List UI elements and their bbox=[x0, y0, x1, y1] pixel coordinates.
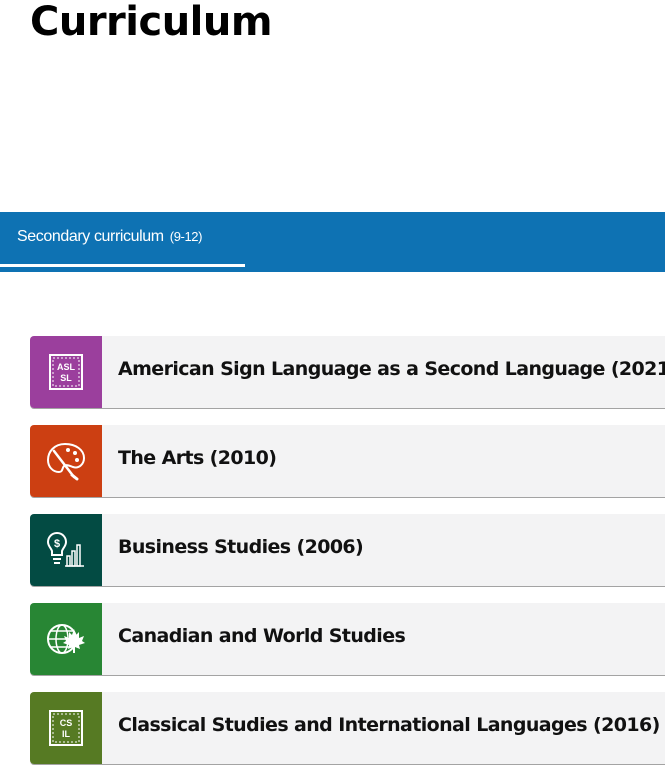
svg-text:IL: IL bbox=[62, 729, 71, 739]
tab-label: Secondary curriculum (9-12) bbox=[17, 228, 202, 246]
business-lightbulb-chart-icon: $ bbox=[46, 531, 84, 567]
subject-title: Canadian and World Studies bbox=[118, 625, 406, 647]
svg-text:$: $ bbox=[54, 538, 60, 550]
svg-text:ASL: ASL bbox=[57, 362, 76, 372]
subject-card-canadian-and-world-studies[interactable]: Canadian and World Studies bbox=[30, 603, 665, 676]
cs-il-icon: CS IL bbox=[49, 710, 83, 746]
tab-grades: (9-12) bbox=[169, 229, 203, 244]
subject-icon-box: $ bbox=[30, 514, 102, 586]
subject-title: Business Studies (2006) bbox=[118, 536, 364, 558]
subject-title: Classical Studies and International Lang… bbox=[118, 714, 660, 736]
subject-card-the-arts[interactable]: The Arts (2010) bbox=[30, 425, 665, 498]
tab-label-text: Secondary curriculum bbox=[17, 228, 164, 245]
subject-icon-box bbox=[30, 603, 102, 675]
palette-icon bbox=[46, 442, 86, 481]
subject-card-classical-studies[interactable]: CS IL Classical Studies and Internationa… bbox=[30, 692, 665, 765]
subject-title: The Arts (2010) bbox=[118, 447, 277, 469]
curriculum-tab-bar: Secondary curriculum (9-12) bbox=[0, 212, 665, 272]
subject-icon-box: ASL SL bbox=[30, 336, 102, 408]
tab-secondary-curriculum[interactable]: Secondary curriculum (9-12) bbox=[0, 212, 245, 267]
subject-icon-box: CS IL bbox=[30, 692, 102, 764]
subject-title: American Sign Language as a Second Langu… bbox=[118, 358, 665, 380]
globe-maple-leaf-icon bbox=[47, 624, 85, 654]
svg-text:CS: CS bbox=[60, 718, 73, 728]
subject-card-american-sign-language[interactable]: ASL SL American Sign Language as a Secon… bbox=[30, 336, 665, 409]
subject-list: ASL SL American Sign Language as a Secon… bbox=[30, 336, 665, 781]
subject-card-business-studies[interactable]: $ Business Studies (2006) bbox=[30, 514, 665, 587]
subject-icon-box bbox=[30, 425, 102, 497]
asl-sl-icon: ASL SL bbox=[49, 354, 83, 390]
page-title: Curriculum bbox=[30, 0, 273, 45]
svg-text:SL: SL bbox=[60, 373, 72, 383]
